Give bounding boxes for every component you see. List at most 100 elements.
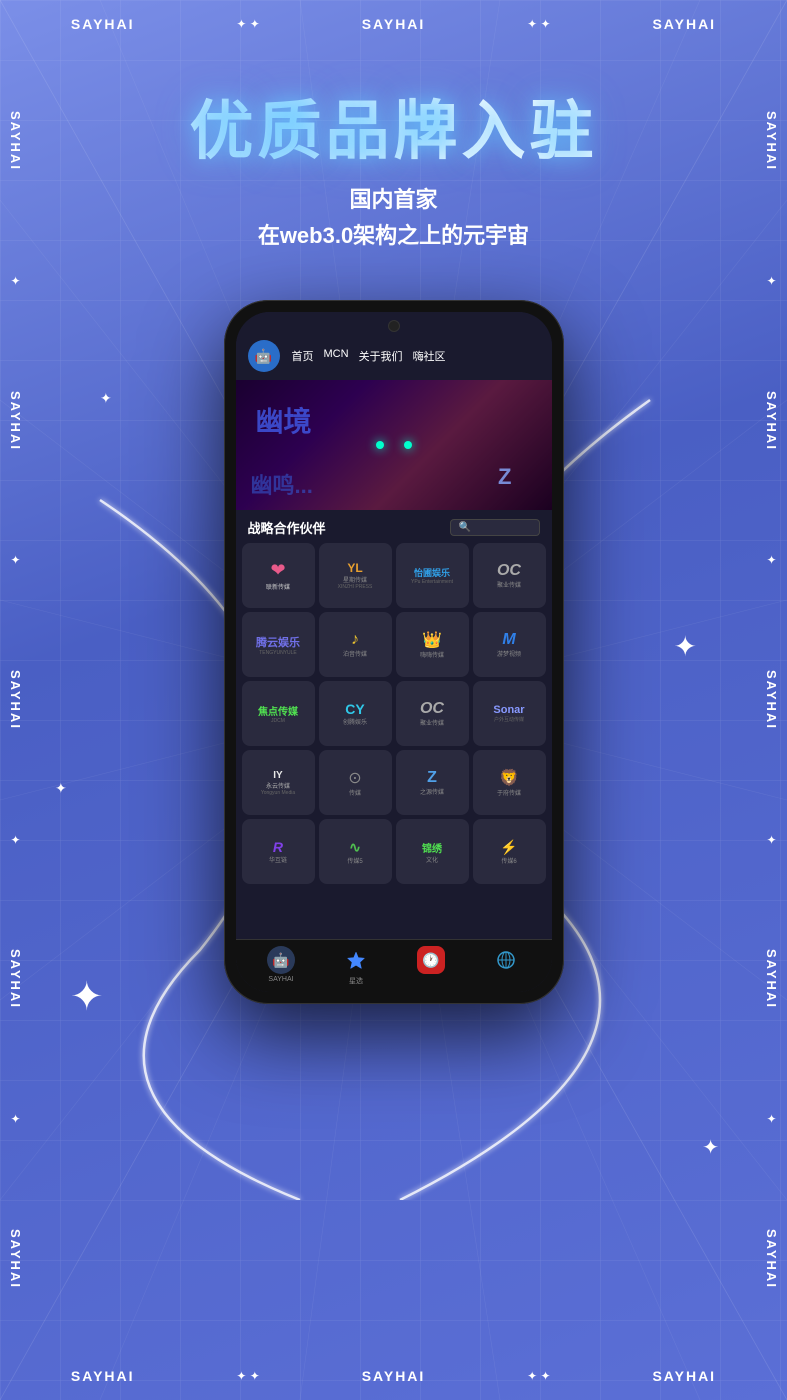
nav-links: 首页 MCN 关于我们 嗨社区: [292, 348, 446, 364]
brand-card-10[interactable]: CY 创腾娱乐: [319, 681, 392, 746]
glow-dot-2: [404, 441, 412, 449]
brand-card-20[interactable]: ⚡ 传媒6: [473, 819, 546, 884]
brand-logo-17: R 华互链: [246, 823, 311, 880]
star-l-3: ✦: [10, 833, 20, 847]
sparkle-4: ✦: [100, 390, 112, 407]
brand-card-5[interactable]: 腾云娱乐 TENGYUNYULE: [242, 612, 315, 677]
sayhai-top-bar: SAYHAI ✦ ✦ SAYHAI ✦ ✦ SAYHAI: [0, 8, 787, 40]
sayhai-left-3: SAYHAI: [8, 670, 23, 730]
sayhai-left-5: SAYHAI: [8, 1229, 23, 1289]
sayhai-right-4: SAYHAI: [764, 949, 779, 1009]
bottom-nav-time[interactable]: 🕐: [417, 946, 445, 986]
sayhai-right-2: SAYHAI: [764, 391, 779, 451]
brand-logo-8: M 游梦视频: [477, 616, 542, 673]
nav-community[interactable]: 嗨社区: [413, 348, 446, 364]
brand-logo-sonar: Sonar 户外互动传媒: [477, 685, 542, 742]
hero-section: 优质品牌入驻 国内首家 在web3.0架构之上的元宇宙: [0, 60, 787, 290]
brand-card-2[interactable]: YL 星期传媒 XINZHI PRESS: [319, 543, 392, 608]
star-l-2: ✦: [10, 553, 20, 567]
brand-logo-20: ⚡ 传媒6: [477, 823, 542, 880]
bottom-nav-web[interactable]: [492, 946, 520, 986]
brand-card-sonar[interactable]: Sonar 户外互动传媒: [473, 681, 546, 746]
sparkle-1: ✦: [674, 630, 697, 663]
nav-logo: 🤖: [248, 340, 280, 372]
phone-outer: 🤖 首页 MCN 关于我们 嗨社区 幽境 幽鸣...: [224, 300, 564, 1004]
star-r-3: ✦: [766, 833, 776, 847]
brand-card-9[interactable]: 焦点传媒 JDCM: [242, 681, 315, 746]
brand-card-11[interactable]: OC 聚业传媒: [396, 681, 469, 746]
brand-logo-5: 腾云娱乐 TENGYUNYULE: [246, 616, 311, 673]
phone-hero-image: 幽境 幽鸣... Z: [236, 380, 552, 510]
hero-subtitle1: 国内首家: [20, 182, 767, 214]
star-1: ✦ ✦: [236, 17, 259, 31]
sayhai-bottom-3: SAYHAI: [652, 1368, 716, 1384]
nav-mcn[interactable]: MCN: [324, 348, 349, 364]
star-2: ✦ ✦: [527, 17, 550, 31]
glow-dot-1: [376, 441, 384, 449]
sparkle-3: ✦: [702, 1135, 719, 1160]
hero-z-logo: Z: [498, 464, 511, 490]
sayhai-bottom-bar: SAYHAI ✦ ✦ SAYHAI ✦ ✦ SAYHAI: [0, 1360, 787, 1392]
sayhai-left-4: SAYHAI: [8, 949, 23, 1009]
sayhai-left-2: SAYHAI: [8, 391, 23, 451]
phone-bottom-nav: 🤖 SAYHAI 星选 🕐: [236, 939, 552, 992]
brand-card-16[interactable]: 🦁 于府传媒: [473, 750, 546, 815]
brand-logo-6: ♪ 泊音传媒: [323, 616, 388, 673]
brand-logo-1: ❤ 联新传媒: [246, 547, 311, 604]
brand-card-8[interactable]: M 游梦视频: [473, 612, 546, 677]
phone-inner: 🤖 首页 MCN 关于我们 嗨社区 幽境 幽鸣...: [236, 312, 552, 992]
sayhai-top-2: SAYHAI: [362, 16, 426, 32]
hero-overlay: [236, 380, 552, 510]
sayhai-top-3: SAYHAI: [652, 16, 716, 32]
brand-card-1[interactable]: ❤ 联新传媒: [242, 543, 315, 608]
brand-card-17[interactable]: R 华互链: [242, 819, 315, 884]
brand-card-7[interactable]: 👑 嗨嗨传媒: [396, 612, 469, 677]
phone-mockup: 🤖 首页 MCN 关于我们 嗨社区 幽境 幽鸣...: [224, 300, 564, 1004]
sayhai-bottom-1: SAYHAI: [71, 1368, 135, 1384]
background: SAYHAI ✦ ✦ SAYHAI ✦ ✦ SAYHAI SAYHAI ✦ ✦ …: [0, 0, 787, 1400]
brand-logo-19: 锦绣 文化: [400, 823, 465, 880]
brand-logo-2: YL 星期传媒 XINZHI PRESS: [323, 547, 388, 604]
sayhai-right-5: SAYHAI: [764, 1229, 779, 1289]
bottom-nav-star[interactable]: 星选: [342, 946, 370, 986]
brand-logo-7: 👑 嗨嗨传媒: [400, 616, 465, 673]
star-r-4: ✦: [766, 1112, 776, 1126]
star-l-4: ✦: [10, 1112, 20, 1126]
sayhai-right-3: SAYHAI: [764, 670, 779, 730]
hero-subtitle2: 在web3.0架构之上的元宇宙: [20, 218, 767, 250]
nav-home[interactable]: 首页: [292, 348, 314, 364]
nav-about[interactable]: 关于我们: [359, 348, 403, 364]
sayhai-bottom-2: SAYHAI: [362, 1368, 426, 1384]
glow-dots: [376, 441, 412, 449]
phone-screen: 🤖 首页 MCN 关于我们 嗨社区 幽境 幽鸣...: [236, 312, 552, 992]
brand-logo-18: ∿ 传媒5: [323, 823, 388, 880]
brand-card-19[interactable]: 锦绣 文化: [396, 819, 469, 884]
search-icon: 🔍: [459, 522, 471, 533]
bottom-nav-icon-3: 🕐: [417, 946, 445, 974]
bottom-nav-icon-4: [492, 946, 520, 974]
brand-card-14[interactable]: ⊙ 传媒: [319, 750, 392, 815]
brand-card-6[interactable]: ♪ 泊音传媒: [319, 612, 392, 677]
brand-card-15[interactable]: Z 之源传媒: [396, 750, 469, 815]
brand-card-18[interactable]: ∿ 传媒5: [319, 819, 392, 884]
bottom-nav-icon-1: 🤖: [267, 946, 295, 974]
brand-logo-3: 怡圃娱乐 YPu Entertainment: [400, 547, 465, 604]
section-title-row: 战略合作伙伴 🔍: [236, 510, 552, 543]
search-box[interactable]: 🔍: [450, 519, 540, 536]
bottom-nav-label-2: 星选: [349, 976, 363, 986]
brand-logo-14: ⊙ 传媒: [323, 754, 388, 811]
brand-card-13[interactable]: IY 永云传媒 Yongyun Media: [242, 750, 315, 815]
brand-card-4[interactable]: OC 聚业传媒: [473, 543, 546, 608]
brand-logo-11: OC 聚业传媒: [400, 685, 465, 742]
star-b-1: ✦ ✦: [236, 1369, 259, 1383]
brand-logo-10: CY 创腾娱乐: [323, 685, 388, 742]
sparkle-2: ✦: [70, 974, 104, 1020]
star-r-2: ✦: [766, 553, 776, 567]
brand-logo-4: OC 聚业传媒: [477, 547, 542, 604]
brand-logo-13: IY 永云传媒 Yongyun Media: [246, 754, 311, 811]
brand-logo-16: 🦁 于府传媒: [477, 754, 542, 811]
brand-card-3[interactable]: 怡圃娱乐 YPu Entertainment: [396, 543, 469, 608]
bottom-nav-sayhai[interactable]: 🤖 SAYHAI: [267, 946, 295, 986]
brand-logo-15: Z 之源传媒: [400, 754, 465, 811]
sparkle-5: ✦: [55, 780, 67, 797]
